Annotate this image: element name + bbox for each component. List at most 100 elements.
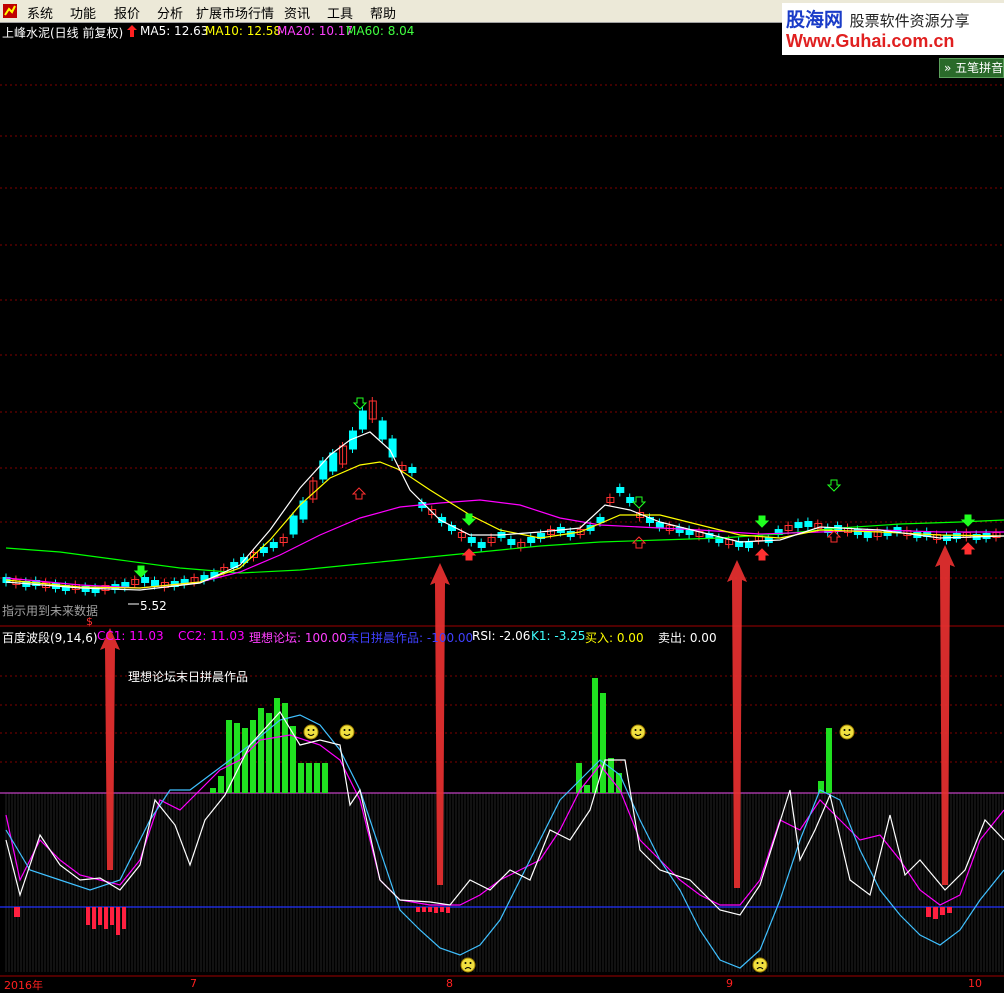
histogram-bar-green: [826, 728, 832, 793]
buy-value: 买入: 0.00: [585, 631, 644, 645]
sell-arrow-icon: [826, 479, 842, 492]
histogram-bar-green: [266, 713, 272, 793]
smiley-eye: [469, 962, 472, 964]
ma20-value: MA20: 10.17: [277, 24, 354, 38]
ma5-value: MA5: 12.63: [140, 24, 209, 38]
histogram-bar-red: [116, 907, 120, 935]
stock-chart[interactable]: $: [0, 0, 1004, 987]
candle-body: [616, 487, 625, 493]
histogram-bar-red: [926, 907, 931, 917]
buy-arrow-icon: [960, 542, 976, 555]
candle-body: [151, 580, 159, 586]
future-data-note: 指示用到未来数据: [2, 604, 99, 618]
candle-body: [863, 532, 872, 538]
buy-arrow-icon: [461, 548, 477, 561]
candle-body: [655, 522, 664, 528]
smiley-face-icon: [303, 724, 319, 740]
histogram-bar-red: [104, 907, 108, 929]
indicator-name: 百度波段(9,14,6): [2, 631, 98, 645]
histogram-bar-red: [434, 907, 438, 913]
wubi-label: 五笔拼音: [955, 61, 1004, 75]
candle-body: [794, 522, 803, 528]
forum-value: 理想论坛: 100.00: [249, 631, 347, 645]
buy-arrow-icon: [351, 487, 367, 500]
ma5-line: [5, 431, 1004, 591]
sell-arrow-icon: [754, 515, 770, 528]
histogram-bar-red: [446, 907, 450, 913]
sell-arrow-icon: [352, 397, 368, 410]
candle-body: [319, 460, 328, 480]
histogram-bar-red: [110, 907, 114, 925]
smiley-face-icon: [339, 724, 355, 740]
candle-body: [141, 577, 150, 583]
histogram-bar-green: [584, 785, 590, 793]
axis-month-8: 8: [446, 977, 453, 990]
histogram-bar-green: [250, 720, 256, 793]
candle-body: [745, 542, 753, 548]
histogram-bar-green: [306, 763, 312, 793]
histogram-bar-red: [428, 907, 432, 912]
axis-month-10: 10: [968, 977, 982, 990]
histogram-bar-red: [98, 907, 102, 925]
candle-body: [329, 452, 338, 472]
smiley-eye: [761, 962, 764, 964]
wubi-input-button[interactable]: » 五笔拼音: [939, 58, 1004, 78]
sell-arrow-icon: [461, 513, 477, 526]
histogram-bar-red: [92, 907, 96, 929]
histogram-bar-red: [122, 907, 126, 929]
candle-body: [289, 515, 298, 535]
smiley-eye: [312, 729, 315, 731]
smiley-eye: [639, 729, 642, 731]
sad-face-icon: [752, 957, 768, 973]
histogram-bar-green: [258, 708, 264, 793]
smiley-eye: [756, 962, 759, 964]
axis-month-7: 7: [190, 977, 197, 990]
histogram-bar-green: [210, 788, 216, 793]
cc2-value: CC2: 11.03: [178, 629, 245, 643]
candle-body: [269, 542, 278, 548]
histogram-bar-green: [218, 776, 224, 793]
histogram-bar-green: [314, 763, 320, 793]
author-value: 末日拼晨作品: -100.00: [347, 631, 474, 645]
rsi-value: RSI: -2.06: [472, 629, 531, 643]
sell-arrow-icon: [960, 514, 976, 527]
ma10-value: MA10: 12.58: [205, 24, 282, 38]
histogram-bar-red: [14, 907, 20, 917]
smiley-eye: [843, 729, 846, 731]
smiley-eye: [307, 729, 310, 731]
candle-body: [527, 537, 536, 543]
axis-month-9: 9: [726, 977, 733, 990]
sell-arrow-icon: [631, 496, 647, 509]
ma60-value: MA60: 8.04: [346, 24, 415, 38]
histogram-bar-red: [416, 907, 420, 912]
sell-value: 卖出: 0.00: [658, 631, 717, 645]
smiley-eye: [634, 729, 637, 731]
ma10-line: [5, 461, 1004, 589]
histogram-bar-red: [86, 907, 90, 925]
double-chevron-icon: »: [944, 61, 952, 75]
axis-year-label: 2016年: [4, 979, 43, 992]
sell-arrow-icon: [133, 565, 149, 578]
histogram-bar-red: [933, 907, 938, 919]
smiley-eye: [348, 729, 351, 731]
k1-value: K1: -3.25: [531, 629, 586, 643]
candle-body: [467, 537, 476, 543]
buy-signal-arrow-icon: [935, 545, 955, 885]
buy-arrow-icon: [631, 536, 647, 549]
sad-face-icon: [460, 957, 476, 973]
buy-arrow-icon: [754, 548, 770, 561]
histogram-bar-red: [940, 907, 945, 915]
low-price-label: 5.52: [140, 599, 167, 613]
candle-body: [507, 539, 516, 545]
candle-body: [804, 521, 813, 527]
histogram-bar-red: [422, 907, 426, 912]
histogram-bar-red: [440, 907, 444, 912]
histogram-bar-red: [947, 907, 952, 913]
ma60-line: [5, 519, 1004, 574]
smiley-eye: [343, 729, 346, 731]
histogram-bar-green: [322, 763, 328, 793]
indicator-note: 理想论坛末日拼晨作品: [128, 670, 249, 684]
smiley-face-icon: [839, 724, 855, 740]
candle-body: [358, 410, 367, 430]
histogram-bar-green: [592, 678, 598, 793]
